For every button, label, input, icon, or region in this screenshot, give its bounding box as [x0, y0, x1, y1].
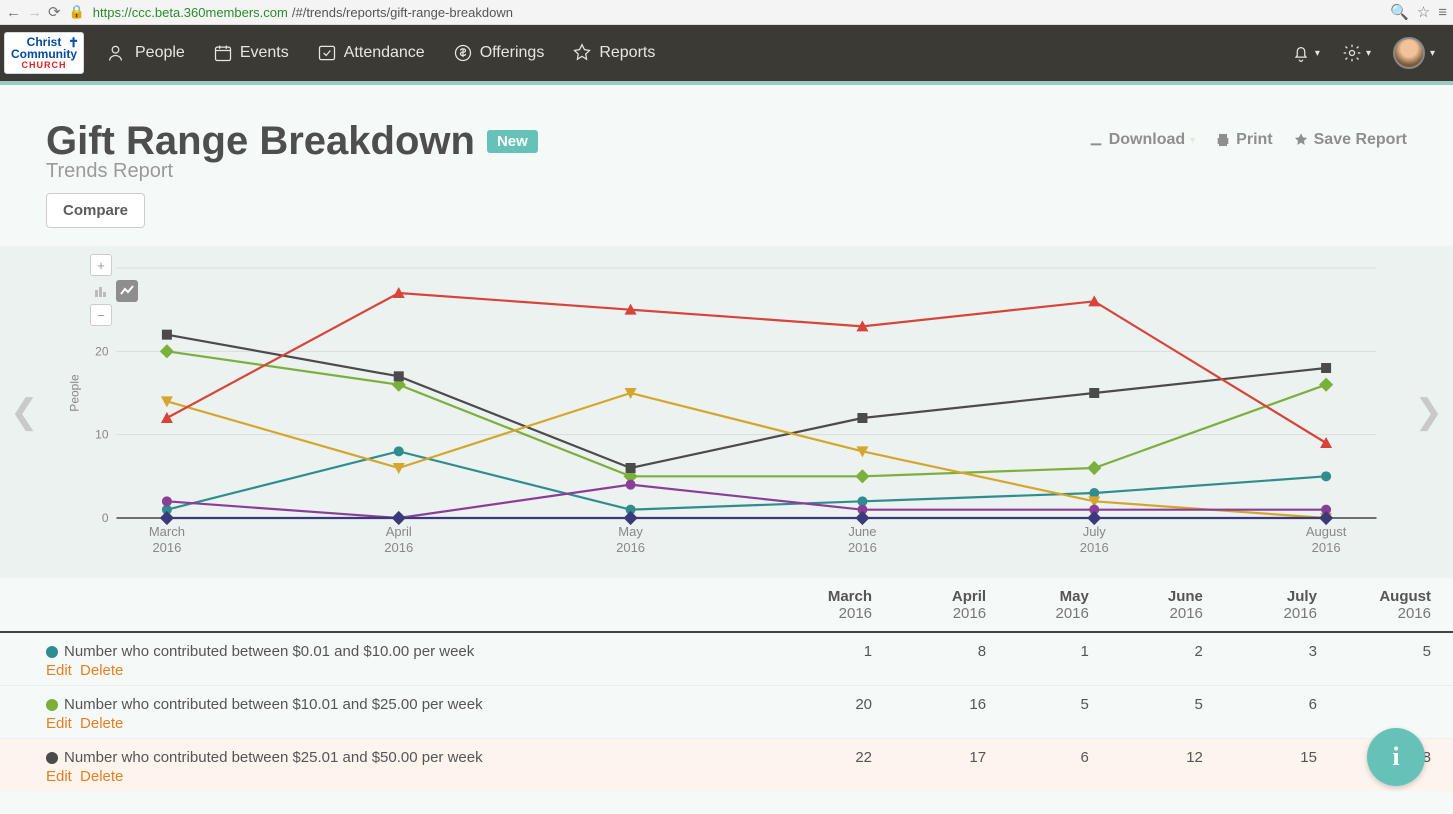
- table-row: Number who contributed between $0.01 and…: [0, 632, 1453, 686]
- chevron-down-icon: ▾: [1190, 135, 1195, 146]
- lock-icon: 🔒: [69, 4, 85, 20]
- avatar: [1393, 37, 1425, 69]
- svg-text:April: April: [386, 524, 412, 539]
- browser-chrome: ← → ⟳ 🔒 https://ccc.beta.360members.com/…: [0, 0, 1453, 25]
- bar-mode-icon[interactable]: [90, 280, 112, 302]
- svg-text:People: People: [68, 374, 82, 412]
- svg-text:2016: 2016: [1080, 540, 1109, 555]
- star-icon[interactable]: ☆: [1417, 3, 1430, 21]
- download-button[interactable]: Download▾: [1088, 131, 1195, 149]
- url-bar[interactable]: https://ccc.beta.360members.com/#/trends…: [93, 5, 1382, 20]
- nav-reports[interactable]: Reports: [568, 37, 659, 69]
- edit-link[interactable]: Edit: [46, 715, 72, 732]
- print-button[interactable]: Print: [1215, 131, 1272, 149]
- line-mode-icon[interactable]: [116, 280, 138, 302]
- delete-link[interactable]: Delete: [80, 662, 123, 679]
- table-row: Number who contributed between $10.01 an…: [0, 685, 1453, 738]
- data-table: March2016April2016May2016June2016July201…: [0, 578, 1453, 791]
- zoom-out-icon[interactable]: −: [90, 304, 112, 326]
- svg-text:2016: 2016: [1312, 540, 1341, 555]
- chart-tools: + −: [90, 254, 138, 326]
- page-title: Gift Range Breakdown New: [46, 119, 538, 164]
- forward-icon[interactable]: →: [27, 4, 42, 21]
- svg-text:March: March: [149, 524, 185, 539]
- nav-events[interactable]: Events: [209, 37, 293, 69]
- svg-text:2016: 2016: [152, 540, 181, 555]
- org-logo[interactable]: ✝ Christ Community CHURCH: [4, 32, 84, 75]
- svg-text:June: June: [848, 524, 876, 539]
- delete-link[interactable]: Delete: [80, 768, 123, 785]
- user-menu[interactable]: ▾: [1393, 37, 1435, 69]
- svg-text:2016: 2016: [384, 540, 413, 555]
- edit-link[interactable]: Edit: [46, 768, 72, 785]
- new-badge: New: [487, 130, 538, 153]
- back-icon[interactable]: ←: [6, 4, 21, 21]
- delete-link[interactable]: Delete: [80, 715, 123, 732]
- nav-offerings[interactable]: Offerings: [449, 37, 549, 69]
- svg-text:May: May: [618, 524, 643, 539]
- reload-icon[interactable]: ⟳: [48, 3, 61, 21]
- svg-text:10: 10: [95, 428, 109, 442]
- chart-next-icon[interactable]: ❯: [1415, 392, 1444, 432]
- svg-text:July: July: [1083, 524, 1107, 539]
- svg-text:0: 0: [102, 511, 109, 525]
- zoom-in-icon[interactable]: +: [90, 254, 112, 276]
- svg-text:20: 20: [95, 344, 109, 358]
- chart-prev-icon[interactable]: ❮: [10, 392, 39, 432]
- menu-icon[interactable]: ≡: [1438, 4, 1447, 21]
- svg-text:2016: 2016: [616, 540, 645, 555]
- nav-people[interactable]: People: [104, 37, 189, 69]
- compare-button[interactable]: Compare: [46, 193, 145, 228]
- svg-text:August: August: [1306, 524, 1347, 539]
- info-fab[interactable]: i: [1367, 728, 1425, 786]
- save-report-button[interactable]: Save Report: [1293, 131, 1407, 149]
- settings-icon[interactable]: ▾: [1342, 43, 1371, 63]
- table-row: Number who contributed between $25.01 an…: [0, 738, 1453, 791]
- notifications-icon[interactable]: ▾: [1291, 43, 1320, 63]
- top-nav: ✝ Christ Community CHURCH People Events …: [0, 25, 1453, 81]
- chart-container: ❮ ❯ + − 0102030March2016April2016May2016…: [0, 246, 1453, 578]
- zoom-icon[interactable]: 🔍: [1390, 3, 1409, 21]
- edit-link[interactable]: Edit: [46, 662, 72, 679]
- svg-text:2016: 2016: [848, 540, 877, 555]
- nav-attendance[interactable]: Attendance: [313, 37, 429, 69]
- line-chart: 0102030March2016April2016May2016June2016…: [46, 258, 1407, 568]
